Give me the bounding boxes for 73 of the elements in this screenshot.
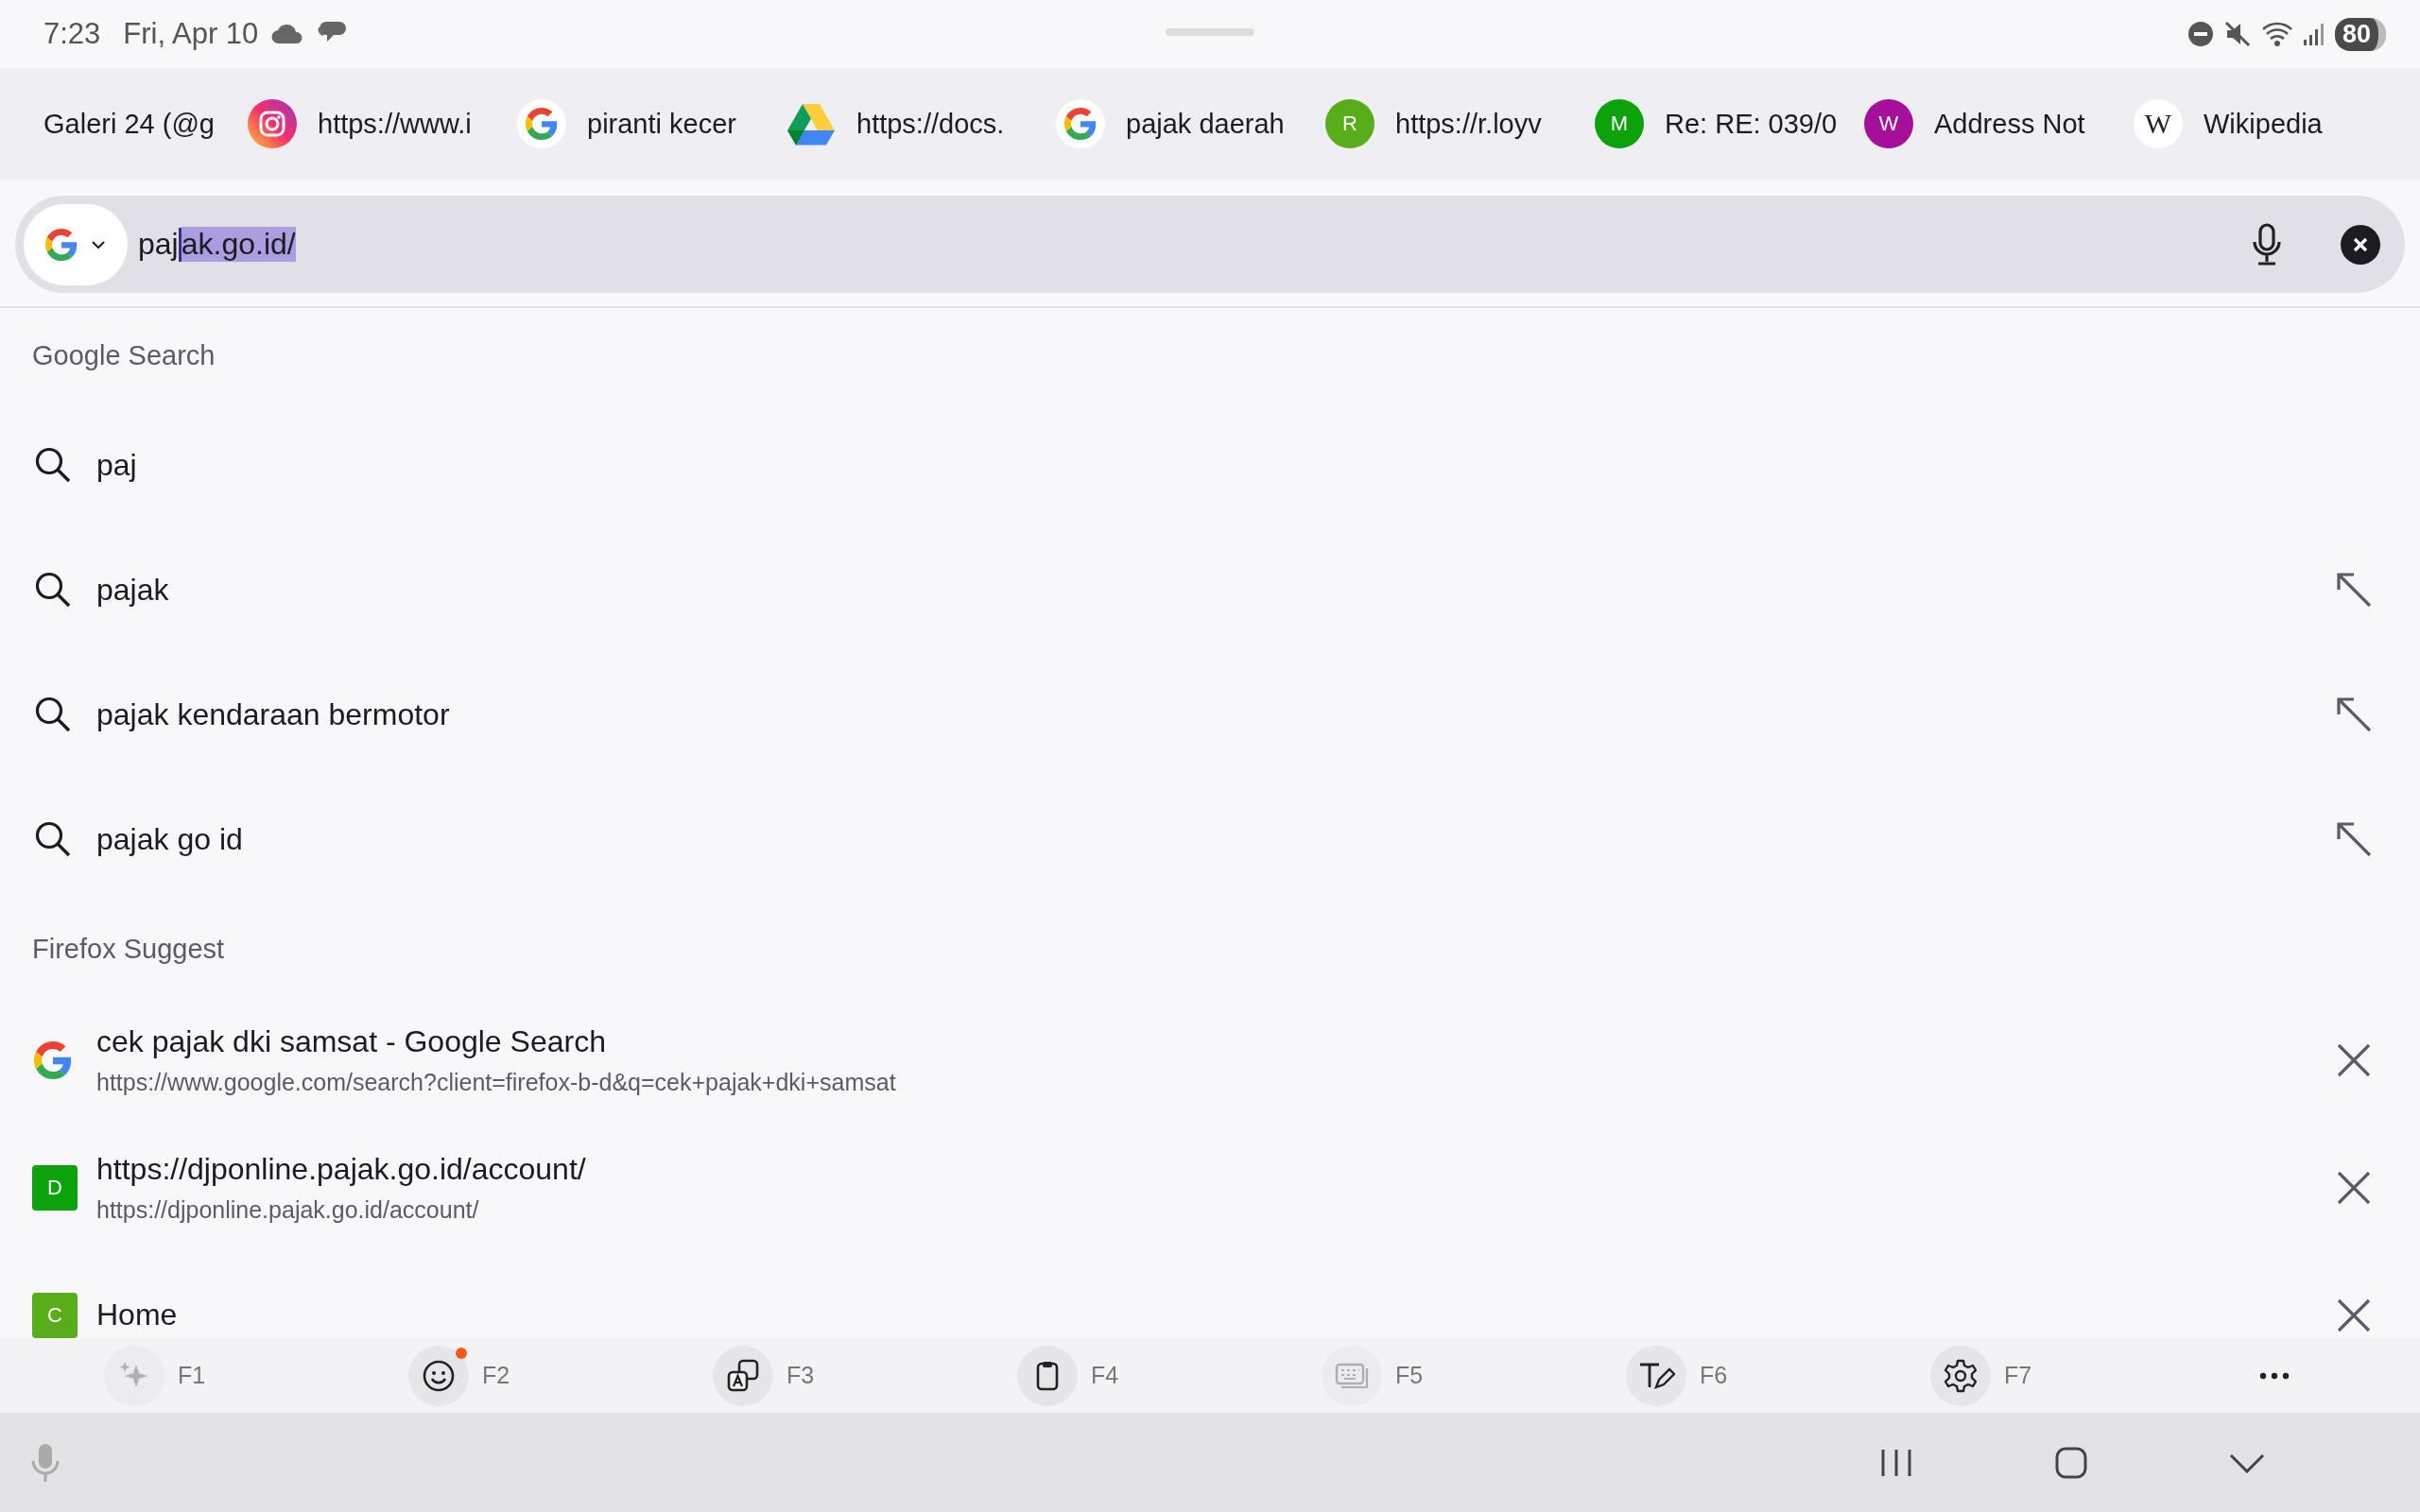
search-icon bbox=[34, 696, 72, 733]
keyboard-tool-button[interactable]: F7 bbox=[1930, 1345, 2235, 1406]
suggestion-row[interactable]: pajak bbox=[0, 527, 2420, 652]
chevron-down-icon[interactable] bbox=[2229, 1452, 2265, 1473]
suggestion-row[interactable]: C Home bbox=[0, 1251, 2420, 1338]
fill-arrow-icon[interactable] bbox=[2335, 571, 2373, 609]
do-not-disturb-icon bbox=[2187, 21, 2214, 47]
signal-icon bbox=[2302, 22, 2325, 46]
top-site[interactable]: https://docs. bbox=[786, 102, 1029, 146]
more-icon[interactable] bbox=[2259, 1372, 2290, 1380]
top-site[interactable]: Galeri 24 (@g bbox=[43, 108, 221, 140]
home-icon[interactable] bbox=[2054, 1445, 2088, 1480]
status-time: 7:23 bbox=[43, 17, 101, 51]
clear-icon[interactable] bbox=[2341, 224, 2380, 265]
search-icon bbox=[34, 571, 72, 609]
recent-apps-icon[interactable] bbox=[1879, 1447, 1913, 1478]
status-date: Fri, Apr 10 bbox=[123, 17, 259, 51]
suggestion-row[interactable]: cek pajak dki samsat - Google Search https://www.google.com/search?client=firefox-b-d&q=cek+pajak+dki+samsat bbox=[0, 996, 2420, 1124]
letter-avatar: M bbox=[1595, 99, 1644, 148]
suggestion-url: https://www.google.com/search?client=firefox-b-d&q=cek+pajak+dki+samsat bbox=[96, 1068, 897, 1096]
letter-favicon: C bbox=[32, 1292, 78, 1338]
google-logo-icon bbox=[34, 1040, 72, 1079]
letter-favicon: D bbox=[32, 1164, 78, 1211]
letter-avatar: R bbox=[1325, 99, 1374, 148]
suggestion-title: cek pajak dki samsat - Google Search bbox=[96, 1023, 607, 1059]
top-site[interactable]: M Re: RE: 039/0 bbox=[1595, 99, 1838, 148]
top-site[interactable]: piranti kecer bbox=[517, 99, 760, 148]
top-site[interactable]: W Wikipedia bbox=[2134, 99, 2377, 148]
settings-icon bbox=[1943, 1357, 1979, 1394]
suggestion-title: Home bbox=[96, 1297, 179, 1332]
search-engine-button[interactable] bbox=[24, 203, 128, 285]
drag-handle[interactable] bbox=[1166, 28, 1254, 36]
suggestion-row[interactable]: D https://djponline.pajak.go.id/account/ https://djponline.pajak.go.id/account/ bbox=[0, 1124, 2420, 1251]
mute-icon bbox=[2222, 20, 2252, 48]
suggestion-text: pajak go id bbox=[96, 821, 244, 857]
triangle-logo-icon bbox=[786, 102, 836, 146]
caret-icon bbox=[91, 239, 106, 249]
suggestion-text: paj bbox=[96, 447, 138, 483]
fill-arrow-icon[interactable] bbox=[2335, 696, 2373, 733]
search-icon bbox=[34, 446, 72, 484]
translate-icon bbox=[725, 1357, 761, 1394]
suggestion-url: https://djponline.pajak.go.id/account/ bbox=[96, 1195, 480, 1224]
google-logo-icon bbox=[1056, 99, 1105, 148]
address-bar[interactable]: pajak.go.id/ bbox=[15, 196, 2405, 293]
google-logo-icon bbox=[517, 99, 566, 148]
section-header: Firefox Suggest bbox=[32, 933, 225, 965]
suggestion-title: https://djponline.pajak.go.id/account/ bbox=[96, 1151, 587, 1187]
suggestion-row[interactable]: pajak kendaraan bermotor bbox=[0, 652, 2420, 777]
cloud-icon bbox=[271, 24, 304, 44]
suggestion-row[interactable]: paj bbox=[0, 403, 2420, 527]
suggestion-text: pajak bbox=[96, 572, 170, 608]
search-icon bbox=[34, 820, 72, 858]
keyboard-tool-button[interactable]: F2 bbox=[408, 1345, 713, 1406]
top-site[interactable]: W Address Not bbox=[1864, 99, 2107, 148]
fill-arrow-icon[interactable] bbox=[2335, 820, 2373, 858]
battery-level: 80 bbox=[2334, 17, 2386, 51]
top-site[interactable]: pajak daerah bbox=[1056, 99, 1299, 148]
keyboard-tool-button[interactable]: F4 bbox=[1017, 1345, 1322, 1406]
suggestion-text: pajak kendaraan bermotor bbox=[96, 696, 451, 732]
suggestion-row[interactable]: pajak go id bbox=[0, 777, 2420, 902]
microphone-icon[interactable] bbox=[2252, 222, 2282, 266]
google-logo-icon bbox=[45, 228, 78, 261]
letter-avatar: W bbox=[1864, 99, 1913, 148]
keyboard-tool-button[interactable]: F3 bbox=[713, 1345, 1017, 1406]
keyboard-tool-button[interactable]: F6 bbox=[1626, 1345, 1930, 1406]
wiki-logo: W bbox=[2134, 99, 2183, 148]
url-text: pajak.go.id/ bbox=[138, 227, 297, 262]
section-header: Google Search bbox=[32, 339, 216, 371]
top-site[interactable]: R https://r.loyv bbox=[1325, 99, 1568, 148]
top-site[interactable]: https://www.i bbox=[248, 99, 491, 148]
wifi-icon bbox=[2260, 21, 2293, 47]
camera-logo-icon bbox=[248, 99, 297, 148]
emoji-icon bbox=[422, 1358, 456, 1393]
